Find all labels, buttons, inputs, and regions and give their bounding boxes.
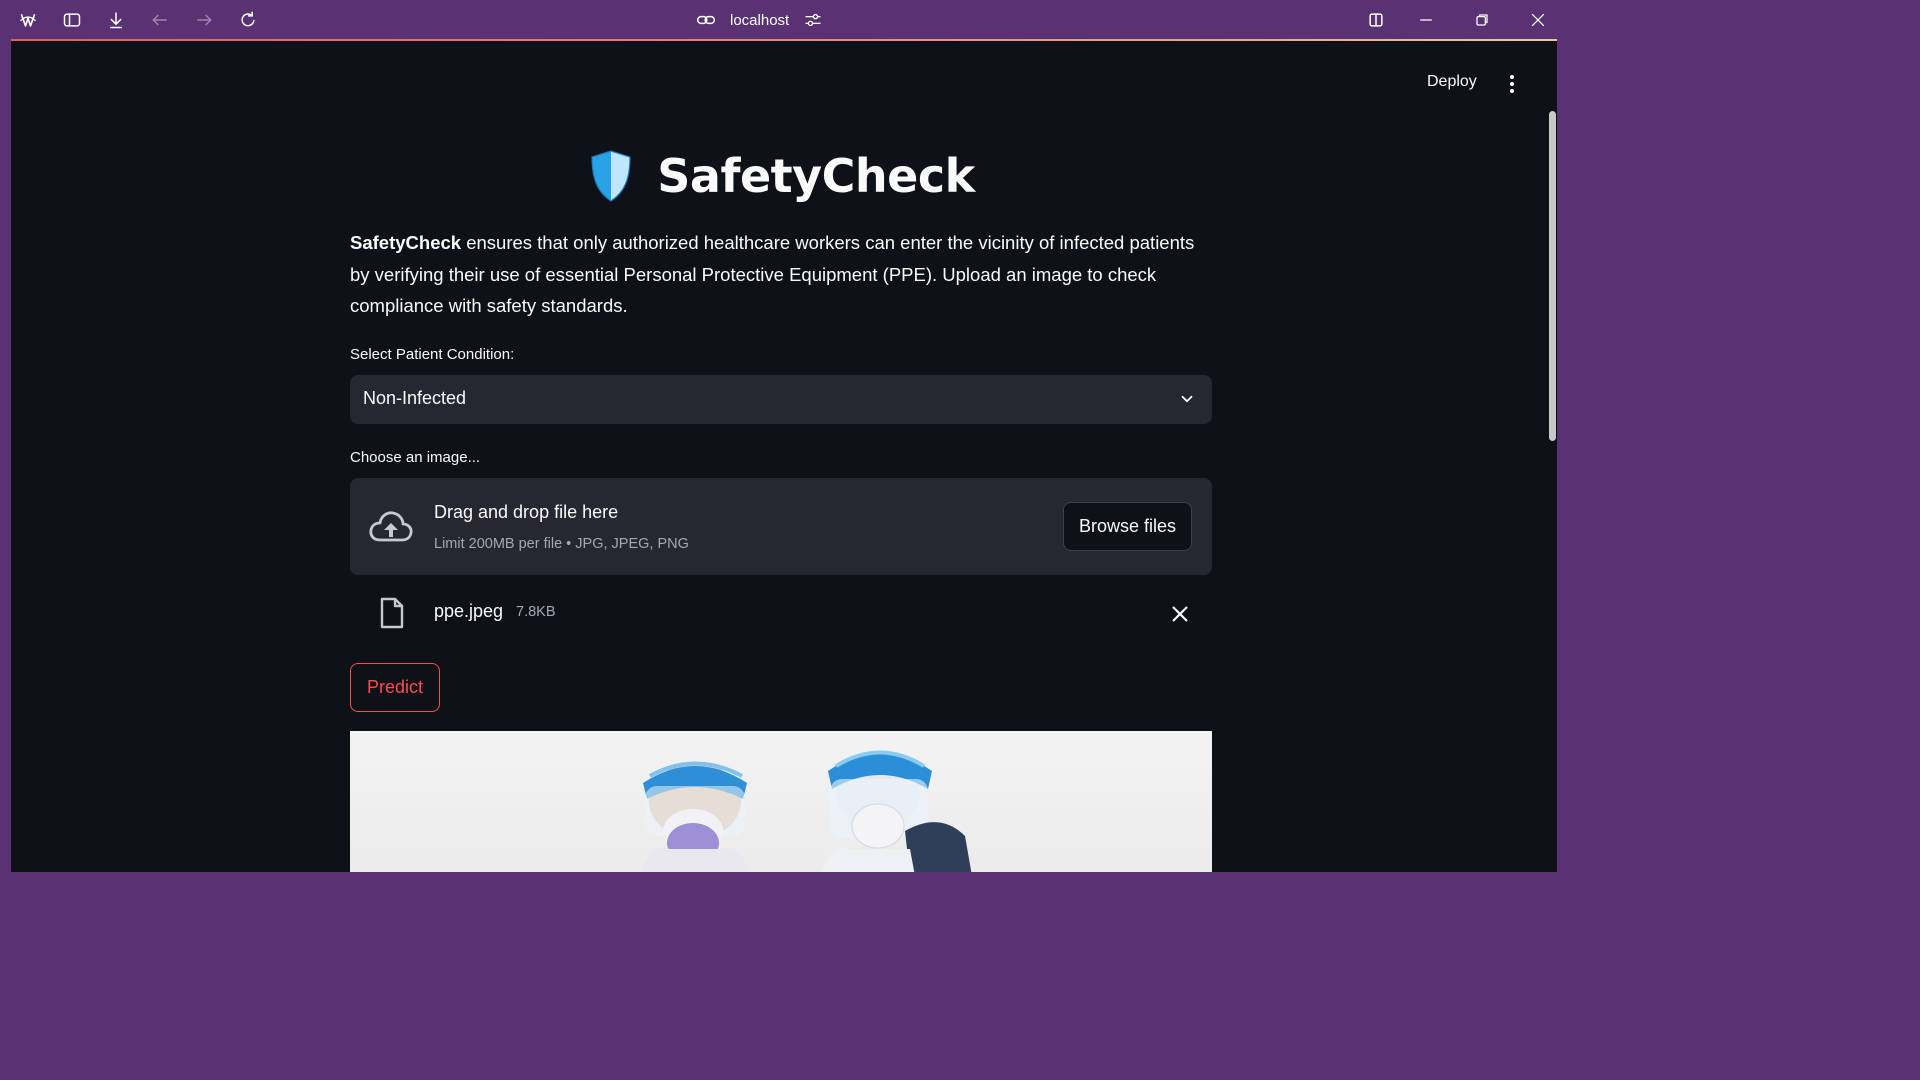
reload-icon[interactable]: [237, 9, 259, 31]
dropzone-limit-text: Limit 200MB per file • JPG, JPEG, PNG: [434, 536, 689, 552]
site-settings-icon[interactable]: [803, 10, 823, 30]
deploy-button[interactable]: Deploy: [1427, 73, 1477, 91]
restore-icon[interactable]: [1471, 9, 1493, 31]
predict-button[interactable]: Predict: [350, 663, 440, 712]
back-icon[interactable]: [149, 9, 171, 31]
ppe-photo-illustration: [641, 750, 972, 872]
intro-text: ensures that only authorized healthcare …: [350, 232, 1195, 316]
url-text[interactable]: localhost: [730, 12, 789, 29]
browse-files-button[interactable]: Browse files: [1063, 502, 1192, 551]
page-title: SafetyCheck: [657, 149, 975, 203]
shield-icon: [587, 148, 635, 204]
uploader-label: Choose an image...: [350, 449, 481, 466]
uploaded-file-row: ppe.jpeg 7.8KB: [350, 591, 1212, 635]
uploaded-file-size: 7.8KB: [516, 604, 556, 620]
file-icon: [379, 597, 405, 629]
condition-select[interactable]: Non-Infected: [350, 375, 1212, 424]
chevron-down-icon: [1178, 390, 1196, 408]
minimize-icon[interactable]: [1415, 9, 1437, 31]
scrollbar[interactable]: [1549, 111, 1556, 441]
download-icon[interactable]: [105, 9, 127, 31]
condition-select-value: Non-Infected: [363, 388, 467, 408]
app-logo-icon[interactable]: [17, 9, 39, 31]
condition-select-label: Select Patient Condition:: [350, 346, 515, 363]
intro-bold-name: SafetyCheck: [350, 232, 462, 253]
forward-icon[interactable]: [193, 9, 215, 31]
remove-file-icon[interactable]: [1170, 604, 1190, 624]
address-bar[interactable]: localhost: [696, 8, 823, 32]
uploaded-file-name: ppe.jpeg: [434, 601, 504, 621]
uploaded-image-preview: [350, 731, 1212, 872]
cloud-upload-icon: [368, 510, 414, 544]
browser-titlebar: localhost: [0, 0, 1568, 40]
file-dropzone[interactable]: Drag and drop file here Limit 200MB per …: [350, 478, 1212, 575]
page-header: SafetyCheck: [350, 141, 1212, 211]
split-view-icon[interactable]: [1365, 9, 1387, 31]
close-icon[interactable]: [1527, 9, 1549, 31]
link-icon: [696, 10, 716, 30]
intro-paragraph: SafetyCheck ensures that only authorized…: [350, 227, 1212, 322]
main-menu-icon[interactable]: [1504, 73, 1520, 93]
streamlit-app: Deploy SafetyCheck SafetyCheck ensures t…: [11, 41, 1557, 872]
dropzone-title: Drag and drop file here: [434, 502, 619, 522]
sidebar-toggle-icon[interactable]: [61, 9, 83, 31]
